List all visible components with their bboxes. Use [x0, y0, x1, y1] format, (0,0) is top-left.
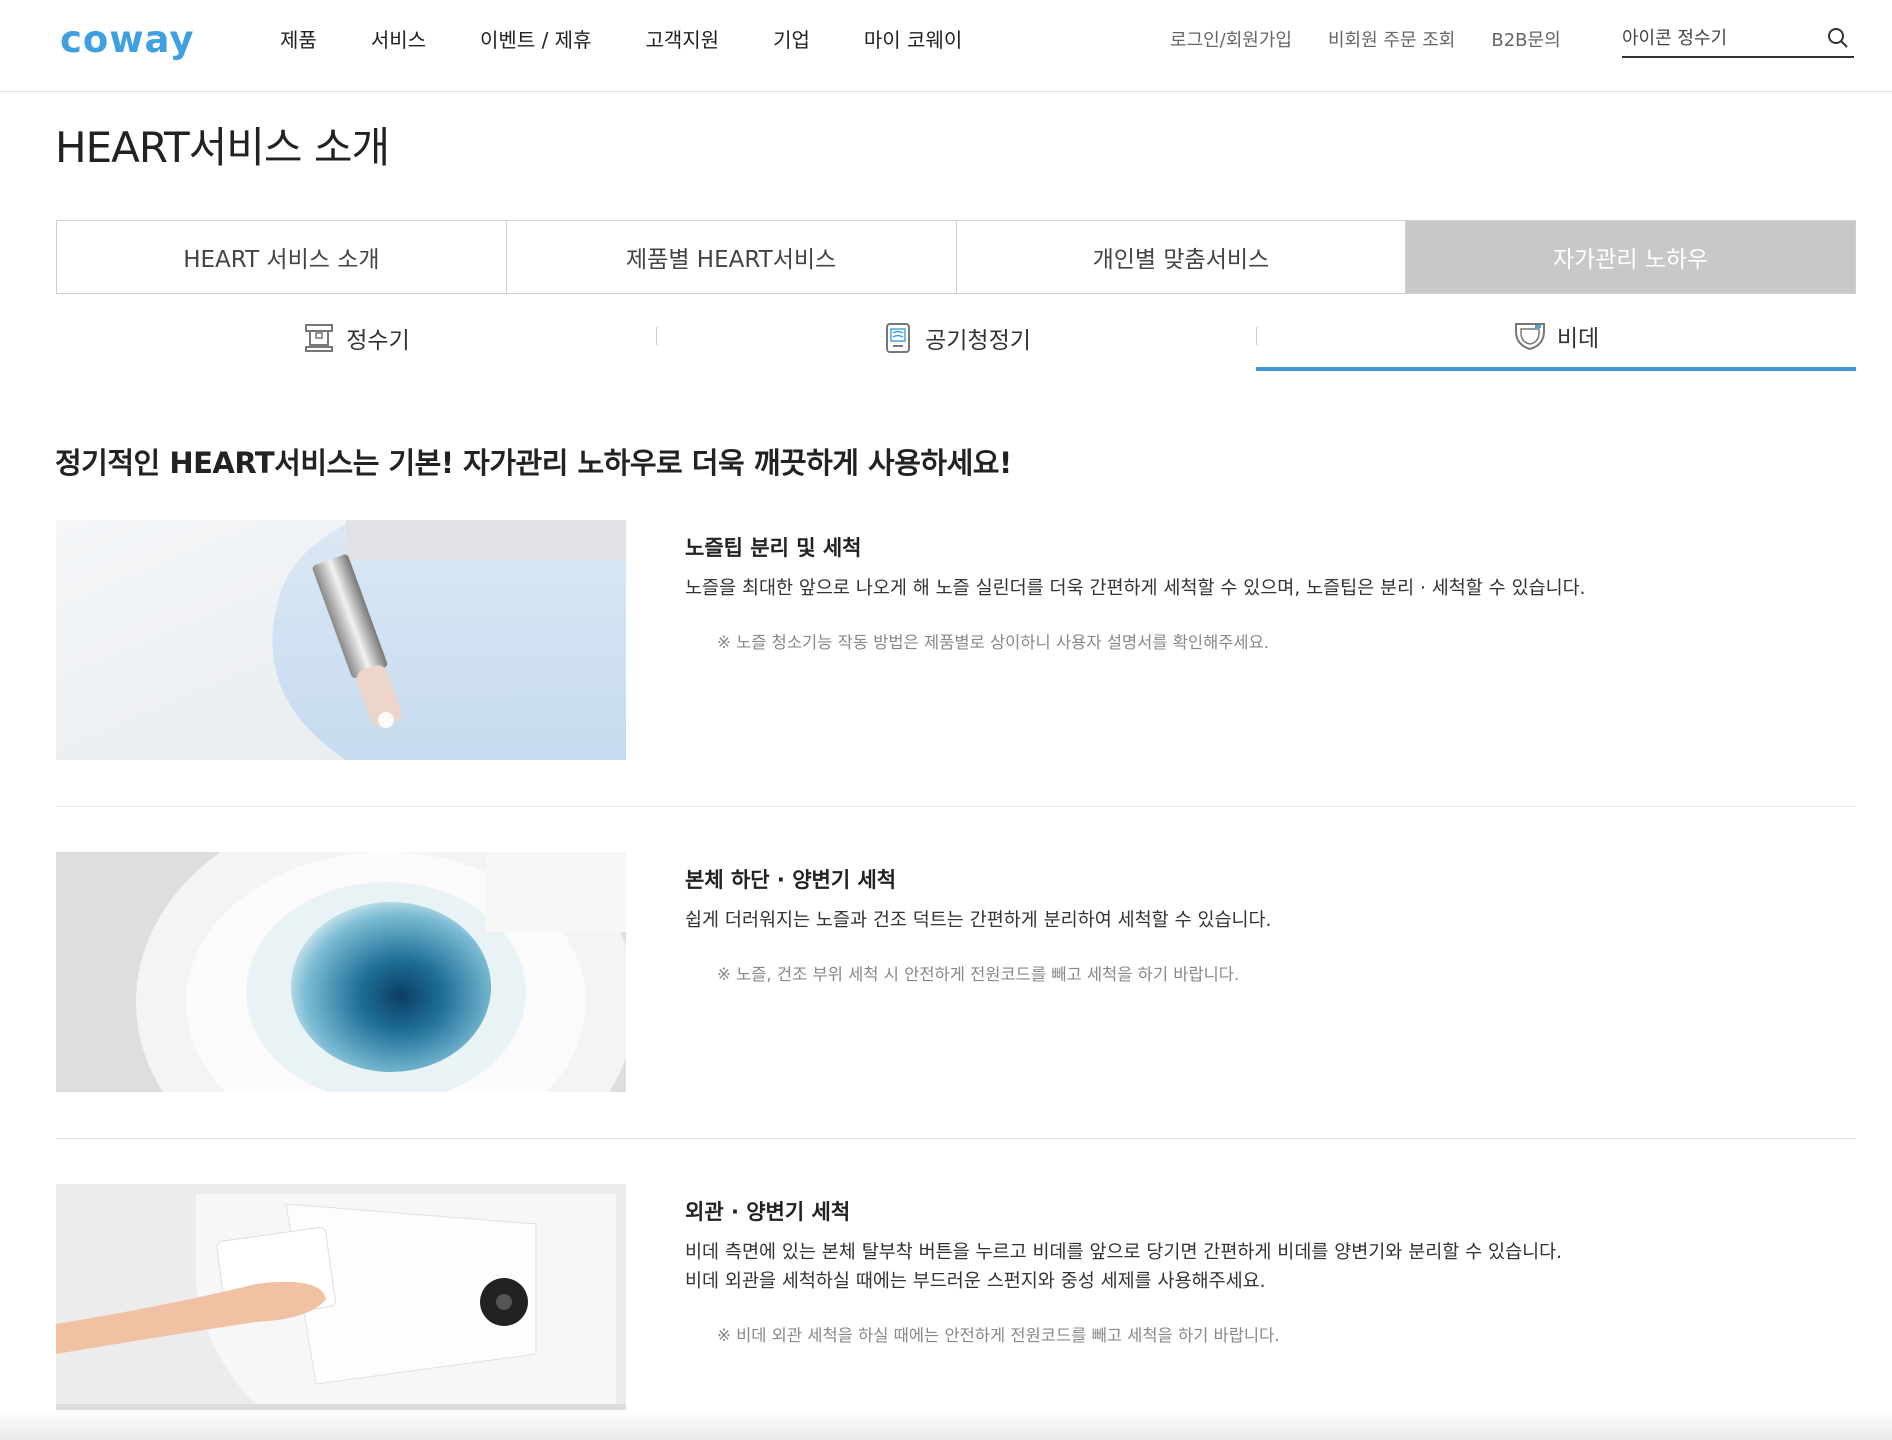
nav-item-support[interactable]: 고객지원 — [645, 24, 719, 53]
login-link[interactable]: 로그인/회원가입 — [1170, 26, 1292, 52]
search-icon[interactable] — [1826, 26, 1850, 50]
item-text: 본체 하단 · 양변기 세척 쉽게 더러워지는 노즐과 건조 덕트는 간편하게 … — [685, 852, 1271, 985]
tab-personal-service[interactable]: 개인별 맞춤서비스 — [956, 221, 1407, 293]
item-description-line: 비데 외관을 세척하실 때에는 부드러운 스펀지와 중성 세제를 사용해주세요. — [685, 1271, 1266, 1292]
item-description-line: 비데 측면에 있는 본체 탈부착 버튼을 누르고 비데를 앞으로 당기면 간편하… — [685, 1242, 1563, 1263]
subtab-water-purifier[interactable]: 정수기 — [56, 305, 656, 371]
self-care-item: 본체 하단 · 양변기 세척 쉽게 더러워지는 노즐과 건조 덕트는 간편하게 … — [56, 852, 1856, 1092]
item-description-line: 노즐을 최대한 앞으로 나오게 해 노즐 실린더를 더욱 간편하게 세척할 수 … — [685, 578, 1586, 599]
self-care-item: 외관 · 양변기 세척 비데 측면에 있는 본체 탈부착 버튼을 누르고 비데를… — [56, 1184, 1856, 1424]
item-text: 노즐팁 분리 및 세척 노즐을 최대한 앞으로 나오게 해 노즐 실린더를 더욱… — [685, 520, 1586, 653]
item-divider — [56, 806, 1856, 807]
nav-item-company[interactable]: 기업 — [773, 24, 810, 53]
item-description: 노즐을 최대한 앞으로 나오게 해 노즐 실린더를 더욱 간편하게 세척할 수 … — [685, 574, 1586, 603]
service-tabs: HEART 서비스 소개 제품별 HEART서비스 개인별 맞춤서비스 자가관리… — [56, 220, 1856, 294]
scroll-fade — [0, 1410, 1892, 1440]
item-description: 비데 측면에 있는 본체 탈부착 버튼을 누르고 비데를 앞으로 당기면 간편하… — [685, 1238, 1562, 1296]
guest-order-link[interactable]: 비회원 주문 조회 — [1328, 26, 1455, 52]
search-box — [1622, 20, 1854, 58]
nav-item-events[interactable]: 이벤트 / 제휴 — [480, 24, 591, 53]
tab-heart-intro[interactable]: HEART 서비스 소개 — [57, 221, 507, 293]
subtab-air-purifier[interactable]: 공기청정기 — [656, 305, 1256, 371]
page-title: HEART서비스 소개 — [55, 123, 390, 172]
toilet-bowl-image — [56, 852, 626, 1092]
item-divider — [56, 1138, 1856, 1139]
search-input[interactable] — [1622, 20, 1822, 56]
nav-item-service[interactable]: 서비스 — [371, 24, 426, 53]
item-title: 노즐팁 분리 및 세척 — [685, 536, 862, 560]
site-header: coway 제품 서비스 이벤트 / 제휴 고객지원 기업 마이 코웨이 로그인… — [0, 0, 1892, 92]
subtab-label-air-purifier: 공기청정기 — [925, 328, 1031, 354]
nav-item-my-coway[interactable]: 마이 코웨이 — [864, 24, 962, 53]
coway-logo[interactable]: coway — [60, 18, 194, 61]
tab-heart-by-product[interactable]: 제품별 HEART서비스 — [506, 221, 957, 293]
item-description-line: 쉽게 더러워지는 노즐과 건조 덕트는 간편하게 분리하여 세척할 수 있습니다… — [685, 910, 1272, 931]
utility-nav: 로그인/회원가입 비회원 주문 조회 B2B문의 — [1170, 26, 1597, 52]
nav-item-products[interactable]: 제품 — [280, 24, 317, 53]
item-note: ※ 노즐, 건조 부위 세척 시 안전하게 전원코드를 빼고 세척을 하기 바랍… — [717, 965, 1240, 984]
main-nav: 제품 서비스 이벤트 / 제휴 고객지원 기업 마이 코웨이 — [280, 24, 1016, 53]
air-purifier-icon — [886, 323, 911, 353]
subtab-bidet[interactable]: 비데 — [1256, 305, 1856, 371]
section-lead: 정기적인 HEART서비스는 기본! 자가관리 노하우로 더욱 깨끗하게 사용하… — [55, 446, 1012, 480]
b2b-inquiry-link[interactable]: B2B문의 — [1491, 26, 1560, 52]
item-note: ※ 노즐 청소기능 작동 방법은 제품별로 상이하니 사용자 설명서를 확인해주… — [717, 633, 1270, 652]
subtab-label-water-purifier: 정수기 — [346, 328, 410, 354]
self-care-item: 노즐팁 분리 및 세척 노즐을 최대한 앞으로 나오게 해 노즐 실린더를 더욱… — [56, 520, 1856, 760]
product-subtabs: 정수기 공기청정기 비데 — [56, 305, 1856, 371]
subtab-label-bidet: 비데 — [1556, 326, 1600, 352]
bidet-exterior-image — [56, 1184, 626, 1424]
item-title: 외관 · 양변기 세척 — [685, 1200, 851, 1224]
bidet-icon — [1514, 323, 1545, 351]
nozzle-tip-image — [56, 520, 626, 760]
item-note: ※ 비데 외관 세척을 하실 때에는 안전하게 전원코드를 빼고 세척을 하기 … — [717, 1326, 1280, 1345]
water-purifier-icon — [305, 324, 334, 352]
tab-self-care[interactable]: 자가관리 노하우 — [1406, 221, 1855, 293]
item-title: 본체 하단 · 양변기 세척 — [685, 868, 897, 892]
item-text: 외관 · 양변기 세척 비데 측면에 있는 본체 탈부착 버튼을 누르고 비데를… — [685, 1184, 1562, 1346]
item-description: 쉽게 더러워지는 노즐과 건조 덕트는 간편하게 분리하여 세척할 수 있습니다… — [685, 906, 1271, 935]
